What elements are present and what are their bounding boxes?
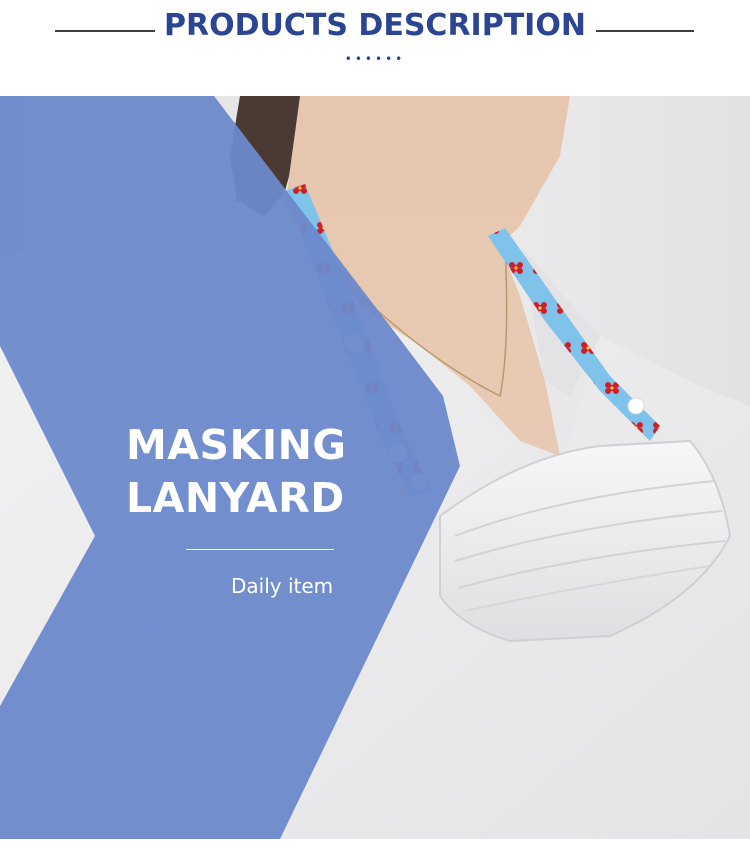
hero-subtitle: Daily item [231,574,334,598]
section-header: PRODUCTS DESCRIPTION •••••• [0,0,750,96]
hero-title-line2: LANYARD [126,474,345,522]
bottom-margin [0,839,750,847]
header-dots-decoration: •••••• [344,52,406,66]
header-rule-right [596,30,694,32]
hero-title-line1: MASKING [126,421,347,469]
section-title: PRODUCTS DESCRIPTION [164,8,586,43]
hero-divider [186,549,334,550]
product-photo [0,96,750,839]
